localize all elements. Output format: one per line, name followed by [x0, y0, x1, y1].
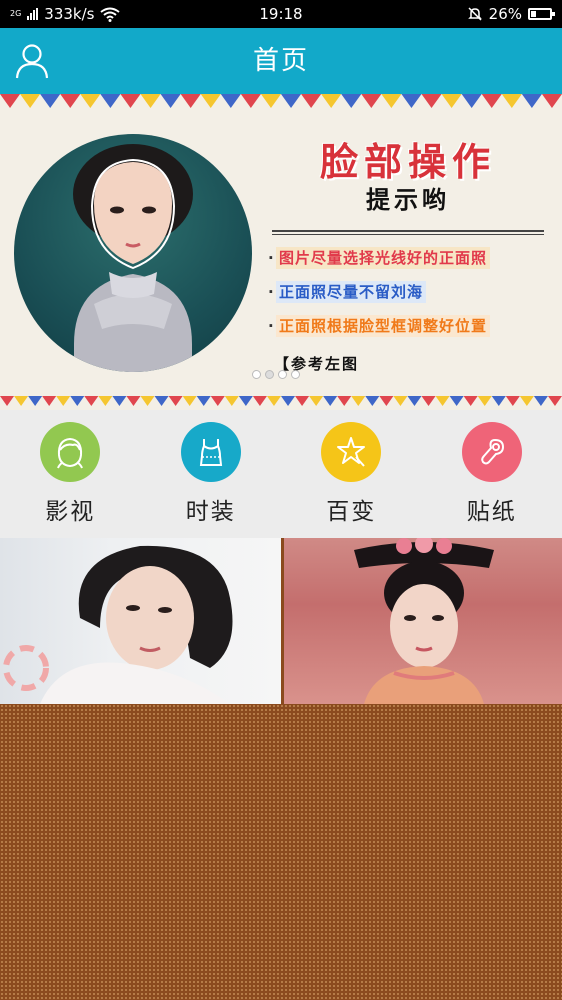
template-image	[354, 538, 494, 704]
dress-icon	[199, 439, 222, 466]
category-circle	[180, 422, 241, 482]
category-label: 百变	[326, 499, 377, 525]
battery-percent: 26%	[488, 5, 522, 23]
face-icon	[57, 437, 84, 469]
category-movies[interactable]: 影视	[0, 410, 141, 538]
bunting-top	[0, 94, 562, 108]
category-fashion[interactable]: 时装	[141, 410, 282, 538]
category-label: 贴纸	[466, 499, 517, 525]
top-bar: 首页	[0, 28, 562, 94]
category-bar: 影视 时装 百变 贴纸	[0, 410, 562, 538]
divider	[272, 230, 544, 235]
category-label: 时装	[185, 499, 236, 525]
template-tile[interactable]	[284, 538, 562, 704]
tip-item: · 正面照根据脸型框调整好位置	[268, 315, 548, 337]
template-tile[interactable]	[0, 538, 281, 704]
reference-label: 【参考左图	[274, 355, 360, 373]
sticker-icon	[480, 438, 504, 465]
carousel-dot[interactable]	[252, 370, 261, 379]
category-circle	[461, 422, 522, 482]
carousel-dot[interactable]	[265, 370, 274, 379]
carousel-indicator	[252, 370, 300, 379]
banner-portrait	[14, 134, 252, 372]
background-pattern	[0, 704, 562, 1000]
star-icon	[337, 437, 366, 467]
mute-bell-icon	[467, 7, 482, 21]
network-type: 2G	[10, 9, 22, 18]
template-image	[3, 545, 233, 704]
banner-title: 脸部操作	[319, 140, 496, 184]
tip-item: · 图片尽量选择光线好的正面照	[268, 247, 548, 269]
banner-text: 脸部操作 提示哟 · 图片尽量选择光线好的正面照 · 正面照尽量不留刘海 · 正面照根…	[268, 140, 548, 374]
template-grid	[0, 538, 562, 704]
category-circle	[40, 422, 101, 482]
category-circle	[321, 422, 382, 482]
category-transform[interactable]: 百变	[281, 410, 422, 538]
banner-subtitle: 提示哟	[366, 186, 450, 214]
category-label: 影视	[45, 499, 96, 525]
bunting-bottom	[0, 396, 562, 406]
network-speed: 333k/s	[44, 5, 95, 23]
status-bar: 2G 333k/s 19:18 26%	[0, 0, 562, 28]
tip-item: · 正面照尽量不留刘海	[268, 281, 548, 303]
battery-icon	[528, 8, 555, 20]
banner-carousel[interactable]: 脸部操作 提示哟 · 图片尽量选择光线好的正面照 · 正面照尽量不留刘海 · 正面照根…	[0, 94, 562, 410]
category-stickers[interactable]: 贴纸	[422, 410, 562, 538]
carousel-dot[interactable]	[278, 370, 287, 379]
carousel-dot[interactable]	[291, 370, 300, 379]
signal-icon	[27, 8, 39, 20]
page-title: 首页	[252, 46, 309, 76]
wifi-icon	[100, 7, 121, 22]
